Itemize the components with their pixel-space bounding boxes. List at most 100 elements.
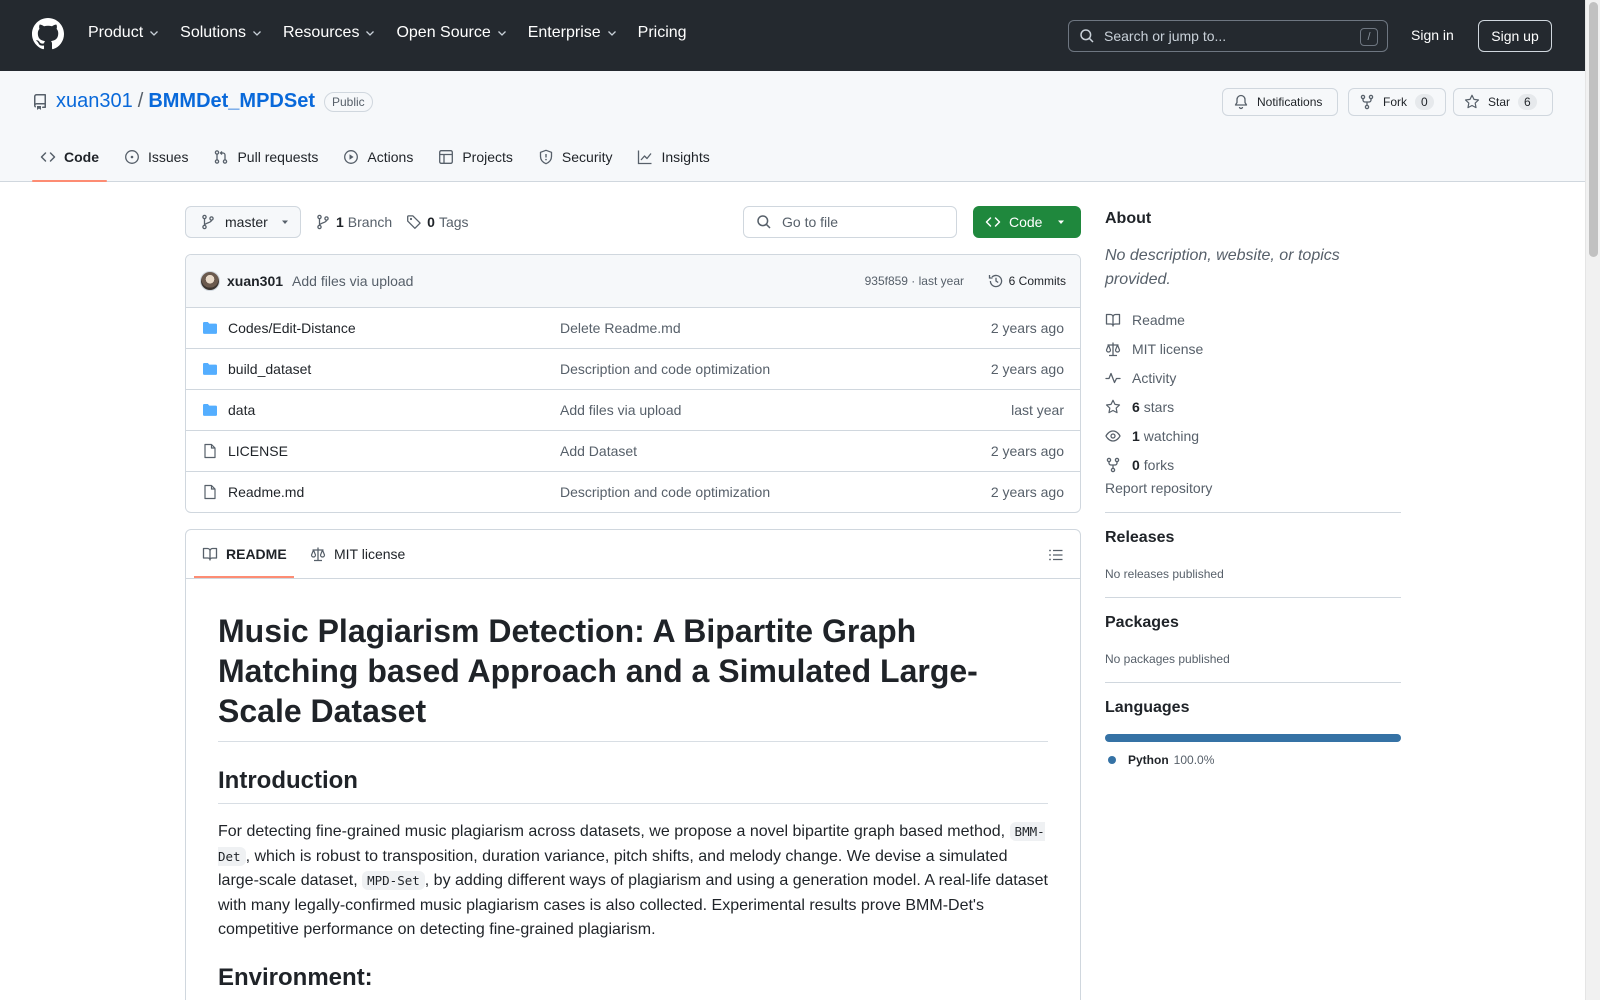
- fork-icon: [1106, 457, 1120, 472]
- tab-actions[interactable]: Actions: [335, 137, 421, 177]
- nav-product[interactable]: Product: [88, 24, 160, 42]
- forks-count: 0: [1132, 456, 1140, 473]
- divider: [1105, 682, 1401, 683]
- license-link[interactable]: MIT license: [1105, 334, 1401, 363]
- scrollbar-thumb[interactable]: [1589, 2, 1598, 257]
- repo-name-link[interactable]: BMMDet_MPDSet: [148, 90, 315, 113]
- nav-resources[interactable]: Resources: [283, 24, 376, 42]
- tab-issues-label: Issues: [148, 149, 189, 165]
- language-item[interactable]: Python 100.0%: [1105, 753, 1401, 767]
- license-link-label: MIT license: [1132, 340, 1204, 357]
- star-button[interactable]: Star 6: [1453, 88, 1553, 116]
- code-dropdown-button[interactable]: Code: [973, 206, 1081, 238]
- nav-pricing-label: Pricing: [637, 24, 687, 41]
- nav-open-source-label: Open Source: [396, 24, 491, 41]
- sign-up-button[interactable]: Sign up: [1478, 20, 1552, 52]
- language-bar: [1105, 734, 1401, 742]
- readme-tabs: README MIT license: [186, 530, 1080, 579]
- about-heading: About: [1105, 210, 1152, 227]
- star-counter: 6: [1518, 94, 1537, 110]
- nav-open-source[interactable]: Open Source: [396, 24, 507, 42]
- file-name-link[interactable]: Readme.md: [228, 484, 304, 500]
- issue-icon: [125, 150, 139, 164]
- nav-enterprise[interactable]: Enterprise: [528, 24, 618, 42]
- caret-down-icon: [1058, 220, 1065, 224]
- search-input[interactable]: Search or jump to... /: [1068, 20, 1388, 52]
- watching-link[interactable]: 1 watching: [1105, 421, 1401, 450]
- commits-history-link[interactable]: 6 Commits: [988, 273, 1066, 289]
- file-name-link[interactable]: LICENSE: [228, 443, 288, 459]
- language-percentage: 100.0%: [1173, 753, 1215, 767]
- star-label: Star: [1488, 95, 1511, 109]
- file-commit-date: 2 years ago: [990, 484, 1064, 500]
- tab-code[interactable]: Code: [32, 137, 107, 182]
- search-icon: [757, 215, 771, 229]
- releases-empty-note: No releases published: [1105, 567, 1224, 581]
- readme-introduction-paragraph: For detecting fine-grained music plagiar…: [218, 820, 1048, 943]
- notifications-button[interactable]: Notifications: [1222, 88, 1338, 116]
- nav-enterprise-label: Enterprise: [527, 24, 601, 41]
- branch-tag-info: 1 Branch 0 Tags: [315, 214, 469, 230]
- watching-label: watching: [1143, 427, 1200, 444]
- sign-in-link[interactable]: Sign in: [1411, 27, 1454, 43]
- notifications-label: Notifications: [1257, 95, 1323, 109]
- tab-issues[interactable]: Issues: [116, 137, 196, 177]
- search-placeholder: Search or jump to...: [1104, 28, 1227, 44]
- file-name-link[interactable]: Codes/Edit-Distance: [228, 320, 356, 336]
- tab-security[interactable]: Security: [530, 137, 621, 177]
- branch-selector[interactable]: master: [185, 206, 301, 238]
- readme-link[interactable]: Readme: [1105, 305, 1401, 334]
- commit-message-link[interactable]: Add files via upload: [292, 273, 413, 289]
- branches-link[interactable]: Branch: [348, 214, 392, 230]
- fork-button[interactable]: Fork 0: [1348, 88, 1446, 116]
- activity-link[interactable]: Activity: [1105, 363, 1401, 392]
- table-icon: [439, 150, 454, 164]
- inline-code-mpd-set: MPD-Set: [362, 871, 425, 890]
- file-commit-message-link[interactable]: Add files via upload: [560, 402, 681, 418]
- readme-panel: README MIT license Music Plagiarism Dete…: [185, 529, 1081, 1000]
- commit-hash-and-time[interactable]: 935f859 · last year: [865, 274, 964, 288]
- folder-icon: [203, 322, 217, 334]
- fork-label: Fork: [1383, 95, 1407, 109]
- page-scrollbar[interactable]: [1585, 0, 1600, 1000]
- bell-icon: [1234, 94, 1248, 110]
- repo-header: xuan301 / BMMDet_MPDSet Public Notificat…: [0, 71, 1585, 182]
- file-commit-message-link[interactable]: Delete Readme.md: [560, 320, 681, 336]
- tab-insights[interactable]: Insights: [629, 137, 717, 177]
- go-to-file-input[interactable]: Go to file: [743, 206, 957, 238]
- repo-tabs: Code Issues Pull requests Actions Projec…: [32, 137, 727, 182]
- avatar[interactable]: [200, 271, 220, 291]
- file-commit-message-link[interactable]: Add Dataset: [560, 443, 637, 459]
- packages-heading[interactable]: Packages: [1105, 614, 1401, 632]
- repo-owner-link[interactable]: xuan301: [56, 90, 133, 113]
- stars-label: stars: [1143, 398, 1175, 415]
- intro-text-part-1: For detecting fine-grained music plagiar…: [218, 823, 1006, 840]
- fork-icon: [1360, 94, 1374, 110]
- github-logo-icon[interactable]: [32, 18, 64, 50]
- file-commit-message-link[interactable]: Description and code optimization: [560, 361, 770, 377]
- nav-pricing[interactable]: Pricing: [638, 24, 687, 42]
- play-circle-icon: [344, 150, 359, 164]
- file-name-link[interactable]: build_dataset: [228, 361, 311, 377]
- nav-solutions[interactable]: Solutions: [180, 24, 263, 42]
- code-icon: [40, 152, 56, 162]
- list-outline-icon[interactable]: [1048, 547, 1064, 563]
- file-commit-message-link[interactable]: Description and code optimization: [560, 484, 770, 500]
- tab-license[interactable]: MIT license: [310, 546, 405, 562]
- repo-path-separator: /: [137, 90, 144, 112]
- file-name-link[interactable]: data: [228, 402, 255, 418]
- tab-projects[interactable]: Projects: [430, 137, 521, 177]
- readme-heading-introduction: Introduction: [218, 766, 1048, 804]
- nav-resources-label: Resources: [282, 24, 360, 41]
- tags-link[interactable]: Tags: [439, 214, 469, 230]
- about-links: Readme MIT license Activity 6 stars 1 watc…: [1105, 305, 1401, 497]
- tab-pull-requests[interactable]: Pull requests: [205, 137, 326, 177]
- commit-author-link[interactable]: xuan301: [227, 273, 283, 289]
- stars-link[interactable]: 6 stars: [1105, 392, 1401, 421]
- forks-link[interactable]: 0 forks: [1105, 450, 1401, 479]
- tab-readme[interactable]: README: [202, 546, 287, 562]
- top-nav: Product Solutions Resources Open Source …: [88, 24, 707, 42]
- report-repository-link[interactable]: Report repository: [1105, 480, 1401, 496]
- folder-icon: [203, 363, 217, 375]
- releases-heading[interactable]: Releases: [1105, 529, 1401, 547]
